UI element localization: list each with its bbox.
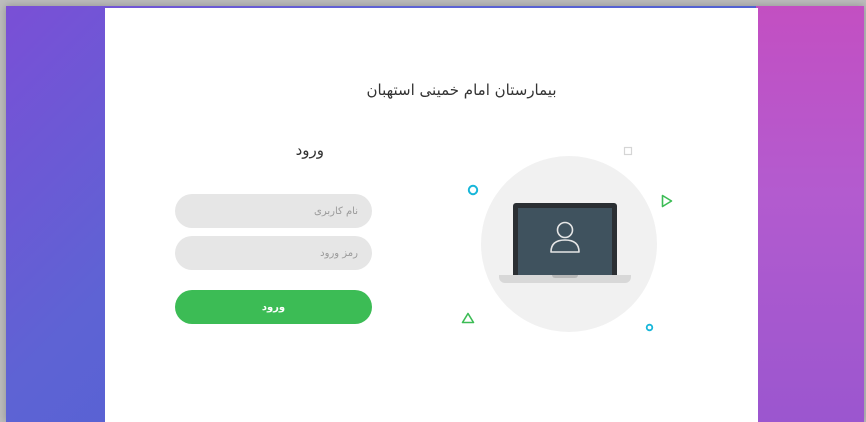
user-icon <box>550 221 580 253</box>
login-card: بیمارستان امام خمینی استهبان ورود ورود <box>105 8 758 422</box>
username-input[interactable] <box>175 194 372 228</box>
page-title: بیمارستان امام خمینی استهبان <box>366 81 557 99</box>
square-outline-icon <box>623 146 633 156</box>
triangle-outline-icon <box>461 312 475 324</box>
browser-screenshot: بیمارستان امام خمینی استهبان ورود ورود <box>6 6 864 422</box>
password-input[interactable] <box>175 236 372 270</box>
circle-outline-icon <box>645 323 654 332</box>
login-button[interactable]: ورود <box>175 290 372 324</box>
login-illustration <box>453 138 683 343</box>
triangle-outline-icon <box>661 194 673 208</box>
circle-outline-icon <box>467 184 479 196</box>
laptop-notch <box>552 275 578 278</box>
login-heading: ورود <box>295 141 324 159</box>
